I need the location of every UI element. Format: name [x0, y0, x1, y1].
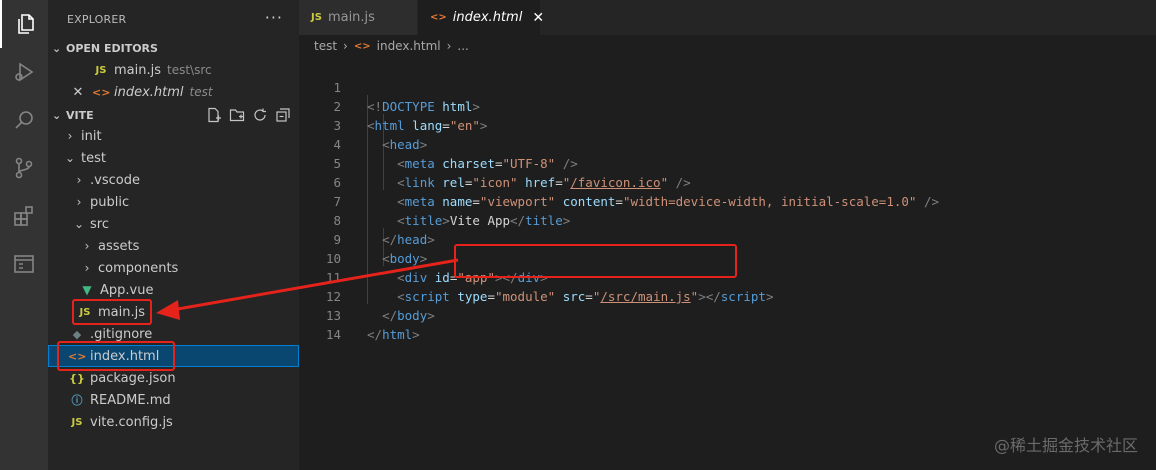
tree-item-label: App.vue	[100, 282, 154, 298]
breadcrumb-item[interactable]: test	[314, 39, 337, 53]
source-control-icon[interactable]	[0, 144, 48, 192]
open-editors-label: OPEN EDITORS	[66, 41, 158, 55]
highlight-box-index-html	[57, 341, 175, 371]
code-line: 2 <html lang="en">	[299, 78, 1156, 133]
code-line: 3 <head>	[299, 97, 1156, 152]
open-editors-section[interactable]: ⌄ OPEN EDITORS	[48, 37, 299, 59]
tree-folder-assets[interactable]: › assets	[48, 235, 299, 257]
tree-item-label: init	[81, 128, 102, 144]
open-editor-name: main.js	[114, 62, 161, 78]
tab-label: index.html	[452, 10, 523, 25]
info-file-icon: ⓘ	[71, 394, 83, 407]
chevron-down-icon: ⌄	[52, 108, 62, 122]
workspace-label: VITE	[66, 108, 94, 122]
tree-item-label: .vscode	[90, 172, 140, 188]
tree-folder-vscode[interactable]: › .vscode	[48, 169, 299, 191]
tree-folder-test[interactable]: ⌄ test	[48, 147, 299, 169]
tab-label: main.js	[327, 10, 375, 25]
chevron-down-icon: ⌄	[52, 41, 62, 55]
html-file-icon: <>	[353, 40, 371, 52]
code-line: 8 </head>	[299, 192, 1156, 247]
chevron-right-icon: ›	[343, 39, 348, 53]
highlight-box-main-js	[72, 299, 152, 325]
chevron-down-icon: ⌄	[73, 217, 85, 231]
code-line: 1 <!DOCTYPE html>	[299, 59, 1156, 114]
code-line: 5 <link rel="icon" href="/favicon.ico" /…	[299, 135, 1156, 190]
more-actions-button[interactable]: ···	[265, 8, 283, 27]
code-line: 14	[299, 306, 1156, 342]
tree-file-readme-md[interactable]: ⓘ README.md	[48, 389, 299, 411]
new-file-icon[interactable]	[206, 107, 222, 123]
code-line: 13 </html>	[299, 287, 1156, 342]
tree-item-label: package.json	[90, 370, 176, 386]
tree-item-label: README.md	[90, 392, 171, 408]
watermark: @稀土掘金技术社区	[993, 436, 1138, 455]
collapse-all-icon[interactable]	[275, 107, 291, 123]
tree-item-label: src	[90, 216, 109, 232]
code-line: 9 <body>	[299, 211, 1156, 266]
tree-folder-src[interactable]: ⌄ src	[48, 213, 299, 235]
tree-item-label: vite.config.js	[90, 414, 173, 430]
new-folder-icon[interactable]	[229, 107, 245, 123]
tree-item-label: .gitignore	[90, 326, 153, 342]
code-line: 6 <meta name="viewport" content="width=d…	[299, 154, 1156, 209]
vue-file-icon: ▼	[82, 283, 92, 297]
html-file-icon: <>	[92, 85, 111, 99]
tree-item-label: test	[81, 150, 106, 166]
js-file-icon: JS	[71, 416, 83, 428]
files-icon[interactable]	[0, 0, 48, 48]
open-editor-path: test\src	[167, 63, 212, 77]
run-debug-icon[interactable]	[0, 48, 48, 96]
tab-bar: JS main.js <> index.html ✕	[299, 0, 1156, 35]
remote-explorer-icon[interactable]	[0, 240, 48, 288]
json-file-icon: {}	[69, 371, 85, 385]
chevron-right-icon: ›	[84, 239, 90, 253]
explorer-sidebar: EXPLORER ··· ⌄ OPEN EDITORS JS main.js t…	[48, 0, 299, 470]
explorer-title: EXPLORER	[67, 13, 127, 26]
chevron-right-icon: ›	[67, 129, 73, 143]
chevron-down-icon: ⌄	[64, 151, 76, 165]
js-file-icon: JS	[311, 12, 322, 23]
chevron-right-icon: ›	[446, 39, 452, 53]
code-line: 7 <title>Vite App</title>	[299, 173, 1156, 228]
breadcrumb: test › <> index.html › ...	[299, 35, 1156, 57]
tree-item-label: components	[98, 260, 179, 276]
html-file-icon: <>	[430, 12, 447, 23]
chevron-right-icon: ›	[84, 261, 90, 275]
tree-folder-public[interactable]: › public	[48, 191, 299, 213]
line-number: 14	[325, 327, 341, 342]
close-icon[interactable]: ✕	[70, 85, 86, 100]
git-file-icon: ◆	[72, 327, 82, 341]
explorer-actions	[206, 107, 291, 123]
tree-item-label: public	[90, 194, 130, 210]
search-icon[interactable]	[0, 96, 48, 144]
refresh-icon[interactable]	[252, 107, 268, 123]
open-editor-main-js[interactable]: JS main.js test\src	[48, 59, 299, 81]
breadcrumb-item[interactable]: ...	[457, 39, 468, 53]
tree-folder-init[interactable]: › init	[48, 125, 299, 147]
breadcrumb-item[interactable]: index.html	[377, 39, 441, 53]
tree-item-label: assets	[98, 238, 140, 254]
chevron-right-icon: ›	[76, 195, 82, 209]
vite-workspace-section[interactable]: ⌄ VITE	[48, 104, 299, 126]
close-icon[interactable]: ✕	[532, 10, 544, 26]
chevron-right-icon: ›	[76, 173, 82, 187]
tab-main-js[interactable]: JS main.js	[299, 0, 417, 35]
js-file-icon: JS	[95, 64, 107, 76]
open-editor-path: test	[189, 85, 213, 99]
tree-folder-components[interactable]: › components	[48, 257, 299, 279]
code-line: 4 <meta charset="UTF-8" />	[299, 116, 1156, 171]
tab-index-html[interactable]: <> index.html ✕	[418, 0, 544, 35]
tree-file-app-vue[interactable]: ▼ App.vue	[48, 279, 299, 301]
tree-file-vite-config-js[interactable]: JS vite.config.js	[48, 411, 299, 433]
open-editor-index-html[interactable]: ✕ <> index.html test	[48, 81, 299, 103]
open-editor-name: index.html	[114, 84, 184, 100]
extensions-icon[interactable]	[0, 192, 48, 240]
activity-bar	[0, 0, 48, 470]
highlight-box-script-src	[454, 244, 737, 278]
